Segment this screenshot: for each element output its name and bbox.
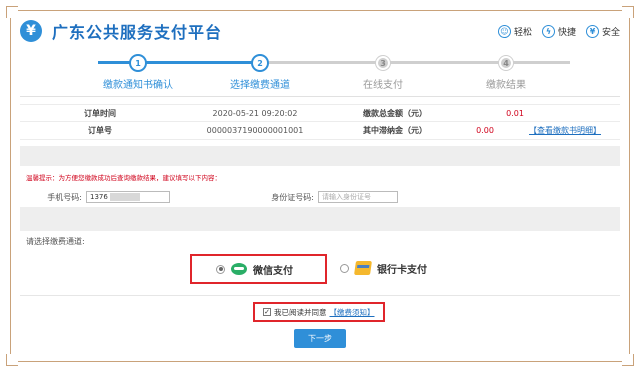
badge-easy: ☺ 轻松 bbox=[497, 24, 532, 38]
masked-digits bbox=[109, 193, 140, 201]
radio-selected[interactable] bbox=[216, 264, 225, 274]
yen-logo-icon: ¥ bbox=[20, 20, 42, 42]
total-amount-value: 0.01 bbox=[506, 108, 524, 118]
table-row: 订单时间 2020-05-21 09:20:02 缴款总金额（元） 0.01 bbox=[20, 104, 620, 122]
step-select-channel: 2 选择缴费通道 bbox=[200, 56, 320, 91]
badge-label: 安全 bbox=[601, 27, 620, 38]
site-header: ¥ 广东公共服务支付平台 ☺ 轻松 ϟ 快捷 ¥ 安全 bbox=[20, 16, 620, 46]
badge-fast: ϟ 快捷 bbox=[541, 24, 576, 38]
frame-corner bbox=[6, 6, 18, 18]
frame-right-line bbox=[629, 18, 630, 354]
table-row: 订单号 0000037190000001001 其中滞纳金（元） 0.00 【查… bbox=[20, 122, 620, 140]
radio-unselected[interactable] bbox=[340, 263, 349, 273]
frame-corner bbox=[6, 354, 18, 366]
frame-left-line bbox=[10, 18, 11, 354]
agree-checkbox[interactable]: ✓ bbox=[263, 308, 271, 316]
order-no-value: 0000037190000001001 bbox=[206, 126, 304, 135]
phone-input[interactable]: 1376 bbox=[86, 191, 170, 203]
contact-form: 手机号码: 1376 身份证号码: 请输入身份证号 bbox=[20, 189, 620, 205]
frame-bottom-line bbox=[18, 361, 622, 362]
wechat-pay-label: 微信支付 bbox=[253, 265, 293, 277]
order-time-label: 订单时间 bbox=[84, 108, 116, 118]
agreement-box: ✓ 我已阅读并同意 【缴费须知】 bbox=[253, 302, 385, 322]
step-number: 4 bbox=[499, 56, 513, 70]
phone-label: 手机号码: bbox=[47, 192, 82, 202]
feature-badges: ☺ 轻松 ϟ 快捷 ¥ 安全 bbox=[497, 24, 620, 38]
late-fee-label: 其中滞纳金（元） bbox=[363, 126, 427, 135]
bank-card-label: 银行卡支付 bbox=[377, 264, 427, 276]
smile-icon: ☺ bbox=[497, 24, 511, 38]
badge-label: 快捷 bbox=[557, 27, 576, 38]
channel-label: 请选择缴费通道: bbox=[26, 237, 85, 246]
view-detail-link[interactable]: 【查看缴款书明细】 bbox=[510, 125, 620, 136]
site-title: 广东公共服务支付平台 bbox=[52, 23, 223, 42]
phone-value: 1376 bbox=[90, 193, 108, 201]
wechat-pay-option[interactable]: 微信支付 bbox=[190, 254, 327, 284]
badge-safe: ¥ 安全 bbox=[585, 24, 620, 38]
total-amount-label: 缴款总金额（元） bbox=[363, 108, 427, 118]
step-notice-confirm: 1 缴款通知书确认 bbox=[78, 56, 198, 91]
step-number: 1 bbox=[131, 56, 145, 70]
step-label: 选择缴费通道 bbox=[230, 80, 290, 91]
step-label: 缴款通知书确认 bbox=[103, 80, 173, 91]
progress-steps: 1 缴款通知书确认 2 选择缴费通道 3 在线支付 4 缴款结果 bbox=[98, 56, 570, 92]
late-fee-value: 0.00 bbox=[476, 126, 494, 135]
id-label: 身份证号码: bbox=[271, 192, 314, 202]
frame-corner bbox=[622, 6, 634, 18]
tip-text: 温馨提示：为方便您缴款成功后查询缴款结果，建议填写以下内容： bbox=[26, 174, 221, 182]
order-info-table: 订单时间 2020-05-21 09:20:02 缴款总金额（元） 0.01 订… bbox=[20, 104, 620, 140]
gray-band bbox=[20, 146, 620, 166]
divider bbox=[20, 96, 620, 97]
order-time-value: 2020-05-21 09:20:02 bbox=[212, 108, 298, 118]
id-number-input[interactable]: 请输入身份证号 bbox=[318, 191, 398, 203]
badge-label: 轻松 bbox=[513, 27, 532, 38]
bank-card-option[interactable]: 银行卡支付 bbox=[340, 258, 427, 278]
step-result: 4 缴款结果 bbox=[446, 56, 566, 91]
lightning-icon: ϟ bbox=[541, 24, 555, 38]
wechat-icon bbox=[231, 263, 247, 275]
frame-top-line bbox=[18, 10, 622, 11]
gray-band bbox=[20, 207, 620, 231]
divider bbox=[20, 295, 620, 296]
payment-notice-link[interactable]: 【缴费须知】 bbox=[330, 307, 375, 318]
frame-corner bbox=[622, 354, 634, 366]
step-number: 3 bbox=[376, 56, 390, 70]
step-number: 2 bbox=[253, 56, 267, 70]
order-no-label: 订单号 bbox=[88, 126, 112, 135]
shield-yen-icon: ¥ bbox=[585, 24, 599, 38]
agree-text: 我已阅读并同意 bbox=[274, 307, 327, 317]
bank-card-icon bbox=[354, 261, 372, 275]
step-label: 缴款结果 bbox=[486, 80, 526, 91]
next-step-button[interactable]: 下一步 bbox=[294, 329, 346, 348]
step-label: 在线支付 bbox=[363, 80, 403, 91]
step-online-pay: 3 在线支付 bbox=[323, 56, 443, 91]
